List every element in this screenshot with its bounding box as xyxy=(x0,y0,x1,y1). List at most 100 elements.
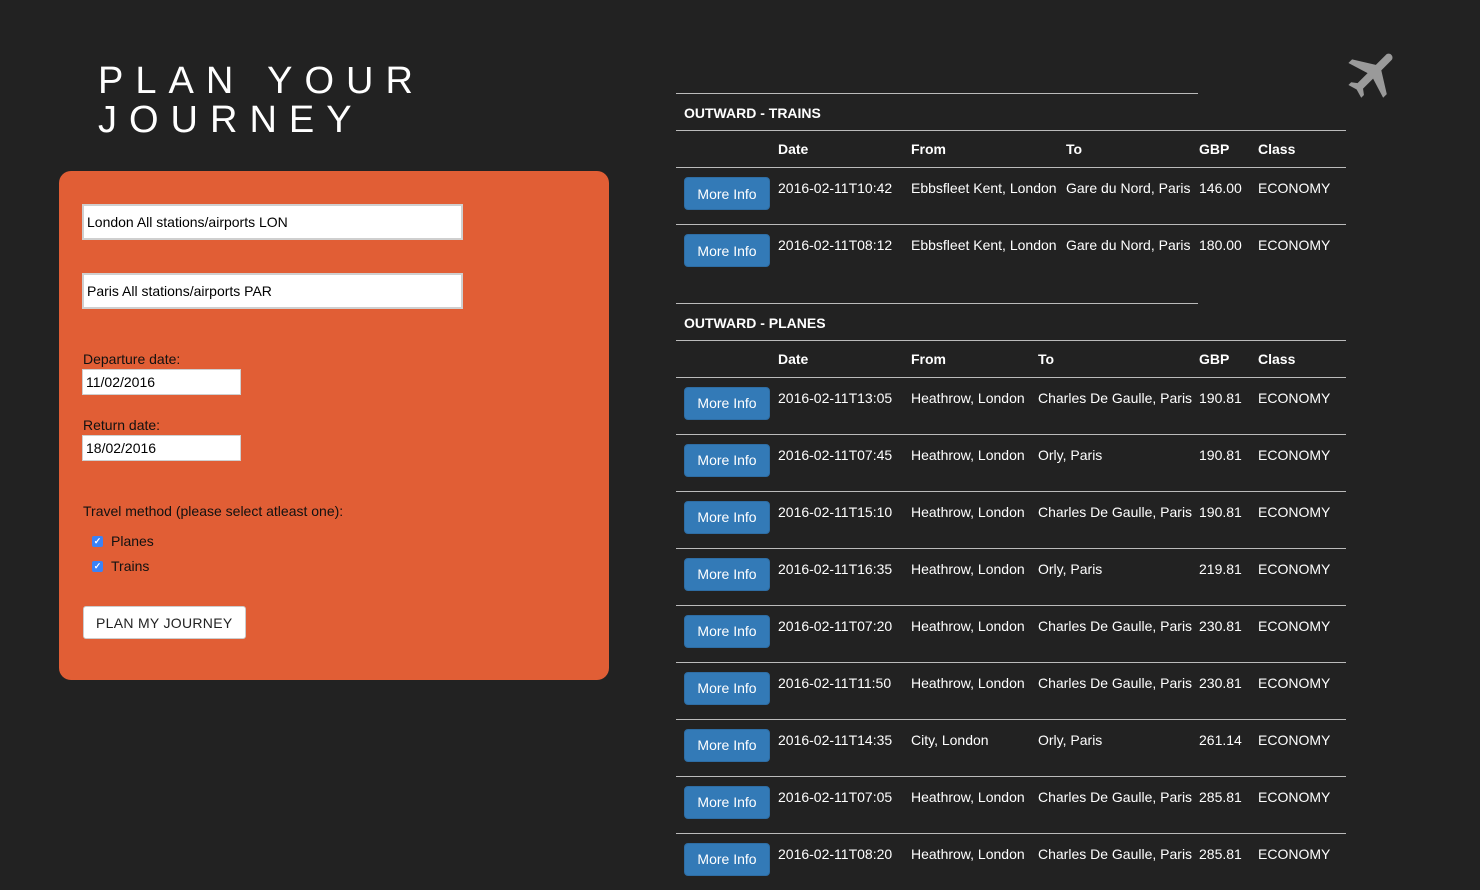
from-cell: Heathrow, London xyxy=(911,434,1038,491)
planes-header-row: Date From To GBP Class xyxy=(676,340,1346,377)
departure-date-label: Departure date: xyxy=(83,351,180,367)
to-cell: Charles De Gaulle, Paris xyxy=(1038,491,1199,548)
from-cell: Heathrow, London xyxy=(911,776,1038,833)
gbp-cell: 190.81 xyxy=(1199,434,1258,491)
column-header-class: Class xyxy=(1258,131,1346,168)
to-location-input[interactable] xyxy=(82,273,463,309)
column-header-from: From xyxy=(911,131,1066,168)
action-cell: More Info xyxy=(676,225,778,282)
trains-option: ✓ Trains xyxy=(92,558,149,574)
train-result-row: More Info2016-02-11T08:12Ebbsfleet Kent,… xyxy=(676,225,1346,282)
planes-option: ✓ Planes xyxy=(92,533,154,549)
class-cell: ECONOMY xyxy=(1258,491,1346,548)
date-cell: 2016-02-11T10:42 xyxy=(778,168,911,225)
planes-checkbox-label: Planes xyxy=(111,533,154,549)
plane-result-row: More Info2016-02-11T07:20Heathrow, Londo… xyxy=(676,605,1346,662)
from-cell: Heathrow, London xyxy=(911,548,1038,605)
more-info-button[interactable]: More Info xyxy=(684,501,770,534)
plane-result-row: More Info2016-02-11T07:45Heathrow, Londo… xyxy=(676,434,1346,491)
column-header-to: To xyxy=(1038,340,1199,377)
trains-checkbox[interactable]: ✓ xyxy=(92,561,103,572)
gbp-cell: 261.14 xyxy=(1199,719,1258,776)
more-info-button[interactable]: More Info xyxy=(684,444,770,477)
more-info-button[interactable]: More Info xyxy=(684,387,770,420)
plane-result-row: More Info2016-02-11T15:10Heathrow, Londo… xyxy=(676,491,1346,548)
more-info-button[interactable]: More Info xyxy=(684,558,770,591)
to-cell: Charles De Gaulle, Paris xyxy=(1038,776,1199,833)
action-cell: More Info xyxy=(676,434,778,491)
trains-header-row: Date From To GBP Class xyxy=(676,131,1346,168)
date-cell: 2016-02-11T08:20 xyxy=(778,833,911,890)
from-cell: Ebbsfleet Kent, London xyxy=(911,168,1066,225)
to-cell: Orly, Paris xyxy=(1038,434,1199,491)
date-cell: 2016-02-11T07:45 xyxy=(778,434,911,491)
column-header-from: From xyxy=(911,340,1038,377)
plane-result-row: More Info2016-02-11T08:20Heathrow, Londo… xyxy=(676,833,1346,890)
from-cell: Heathrow, London xyxy=(911,662,1038,719)
date-cell: 2016-02-11T14:35 xyxy=(778,719,911,776)
from-location-input[interactable] xyxy=(82,204,463,240)
class-cell: ECONOMY xyxy=(1258,662,1346,719)
to-cell: Orly, Paris xyxy=(1038,548,1199,605)
from-cell: Heathrow, London xyxy=(911,833,1038,890)
to-cell: Gare du Nord, Paris xyxy=(1066,225,1199,282)
more-info-button[interactable]: More Info xyxy=(684,672,770,705)
more-info-button[interactable]: More Info xyxy=(684,786,770,819)
date-cell: 2016-02-11T08:12 xyxy=(778,225,911,282)
to-cell: Gare du Nord, Paris xyxy=(1066,168,1199,225)
more-info-button[interactable]: More Info xyxy=(684,843,770,876)
action-cell: More Info xyxy=(676,377,778,434)
to-cell: Charles De Gaulle, Paris xyxy=(1038,605,1199,662)
action-cell: More Info xyxy=(676,719,778,776)
date-cell: 2016-02-11T07:05 xyxy=(778,776,911,833)
to-cell: Orly, Paris xyxy=(1038,719,1199,776)
more-info-button[interactable]: More Info xyxy=(684,729,770,762)
gbp-cell: 285.81 xyxy=(1199,833,1258,890)
trains-section-heading: OUTWARD - TRAINS xyxy=(676,93,1198,130)
class-cell: ECONOMY xyxy=(1258,719,1346,776)
trains-table: Date From To GBP Class More Info2016-02-… xyxy=(676,130,1346,282)
more-info-button[interactable]: More Info xyxy=(684,615,770,648)
from-cell: Heathrow, London xyxy=(911,491,1038,548)
planes-checkbox[interactable]: ✓ xyxy=(92,536,103,547)
more-info-button[interactable]: More Info xyxy=(684,234,770,267)
class-cell: ECONOMY xyxy=(1258,605,1346,662)
gbp-cell: 190.81 xyxy=(1199,491,1258,548)
train-result-row: More Info2016-02-11T10:42Ebbsfleet Kent,… xyxy=(676,168,1346,225)
column-header-action xyxy=(676,340,778,377)
date-cell: 2016-02-11T11:50 xyxy=(778,662,911,719)
class-cell: ECONOMY xyxy=(1258,833,1346,890)
more-info-button[interactable]: More Info xyxy=(684,177,770,210)
action-cell: More Info xyxy=(676,605,778,662)
return-date-input[interactable] xyxy=(82,435,241,461)
plan-my-journey-button[interactable]: PLAN MY JOURNEY xyxy=(83,606,246,639)
action-cell: More Info xyxy=(676,776,778,833)
plane-result-row: More Info2016-02-11T07:05Heathrow, Londo… xyxy=(676,776,1346,833)
column-header-date: Date xyxy=(778,131,911,168)
action-cell: More Info xyxy=(676,662,778,719)
action-cell: More Info xyxy=(676,168,778,225)
journey-form-panel: Departure date: Return date: Travel meth… xyxy=(59,171,609,680)
gbp-cell: 180.00 xyxy=(1199,225,1258,282)
departure-date-input[interactable] xyxy=(82,369,241,395)
to-cell: Charles De Gaulle, Paris xyxy=(1038,833,1199,890)
gbp-cell: 219.81 xyxy=(1199,548,1258,605)
class-cell: ECONOMY xyxy=(1258,434,1346,491)
class-cell: ECONOMY xyxy=(1258,168,1346,225)
from-cell: Heathrow, London xyxy=(911,377,1038,434)
column-header-gbp: GBP xyxy=(1199,340,1258,377)
action-cell: More Info xyxy=(676,491,778,548)
return-date-label: Return date: xyxy=(83,417,160,433)
class-cell: ECONOMY xyxy=(1258,377,1346,434)
date-cell: 2016-02-11T13:05 xyxy=(778,377,911,434)
column-header-class: Class xyxy=(1258,340,1346,377)
plane-result-row: More Info2016-02-11T13:05Heathrow, Londo… xyxy=(676,377,1346,434)
class-cell: ECONOMY xyxy=(1258,776,1346,833)
date-cell: 2016-02-11T16:35 xyxy=(778,548,911,605)
class-cell: ECONOMY xyxy=(1258,225,1346,282)
planes-section-heading: OUTWARD - PLANES xyxy=(676,303,1198,340)
travel-method-label: Travel method (please select atleast one… xyxy=(83,503,343,519)
action-cell: More Info xyxy=(676,833,778,890)
airplane-icon xyxy=(1343,43,1405,105)
gbp-cell: 230.81 xyxy=(1199,605,1258,662)
